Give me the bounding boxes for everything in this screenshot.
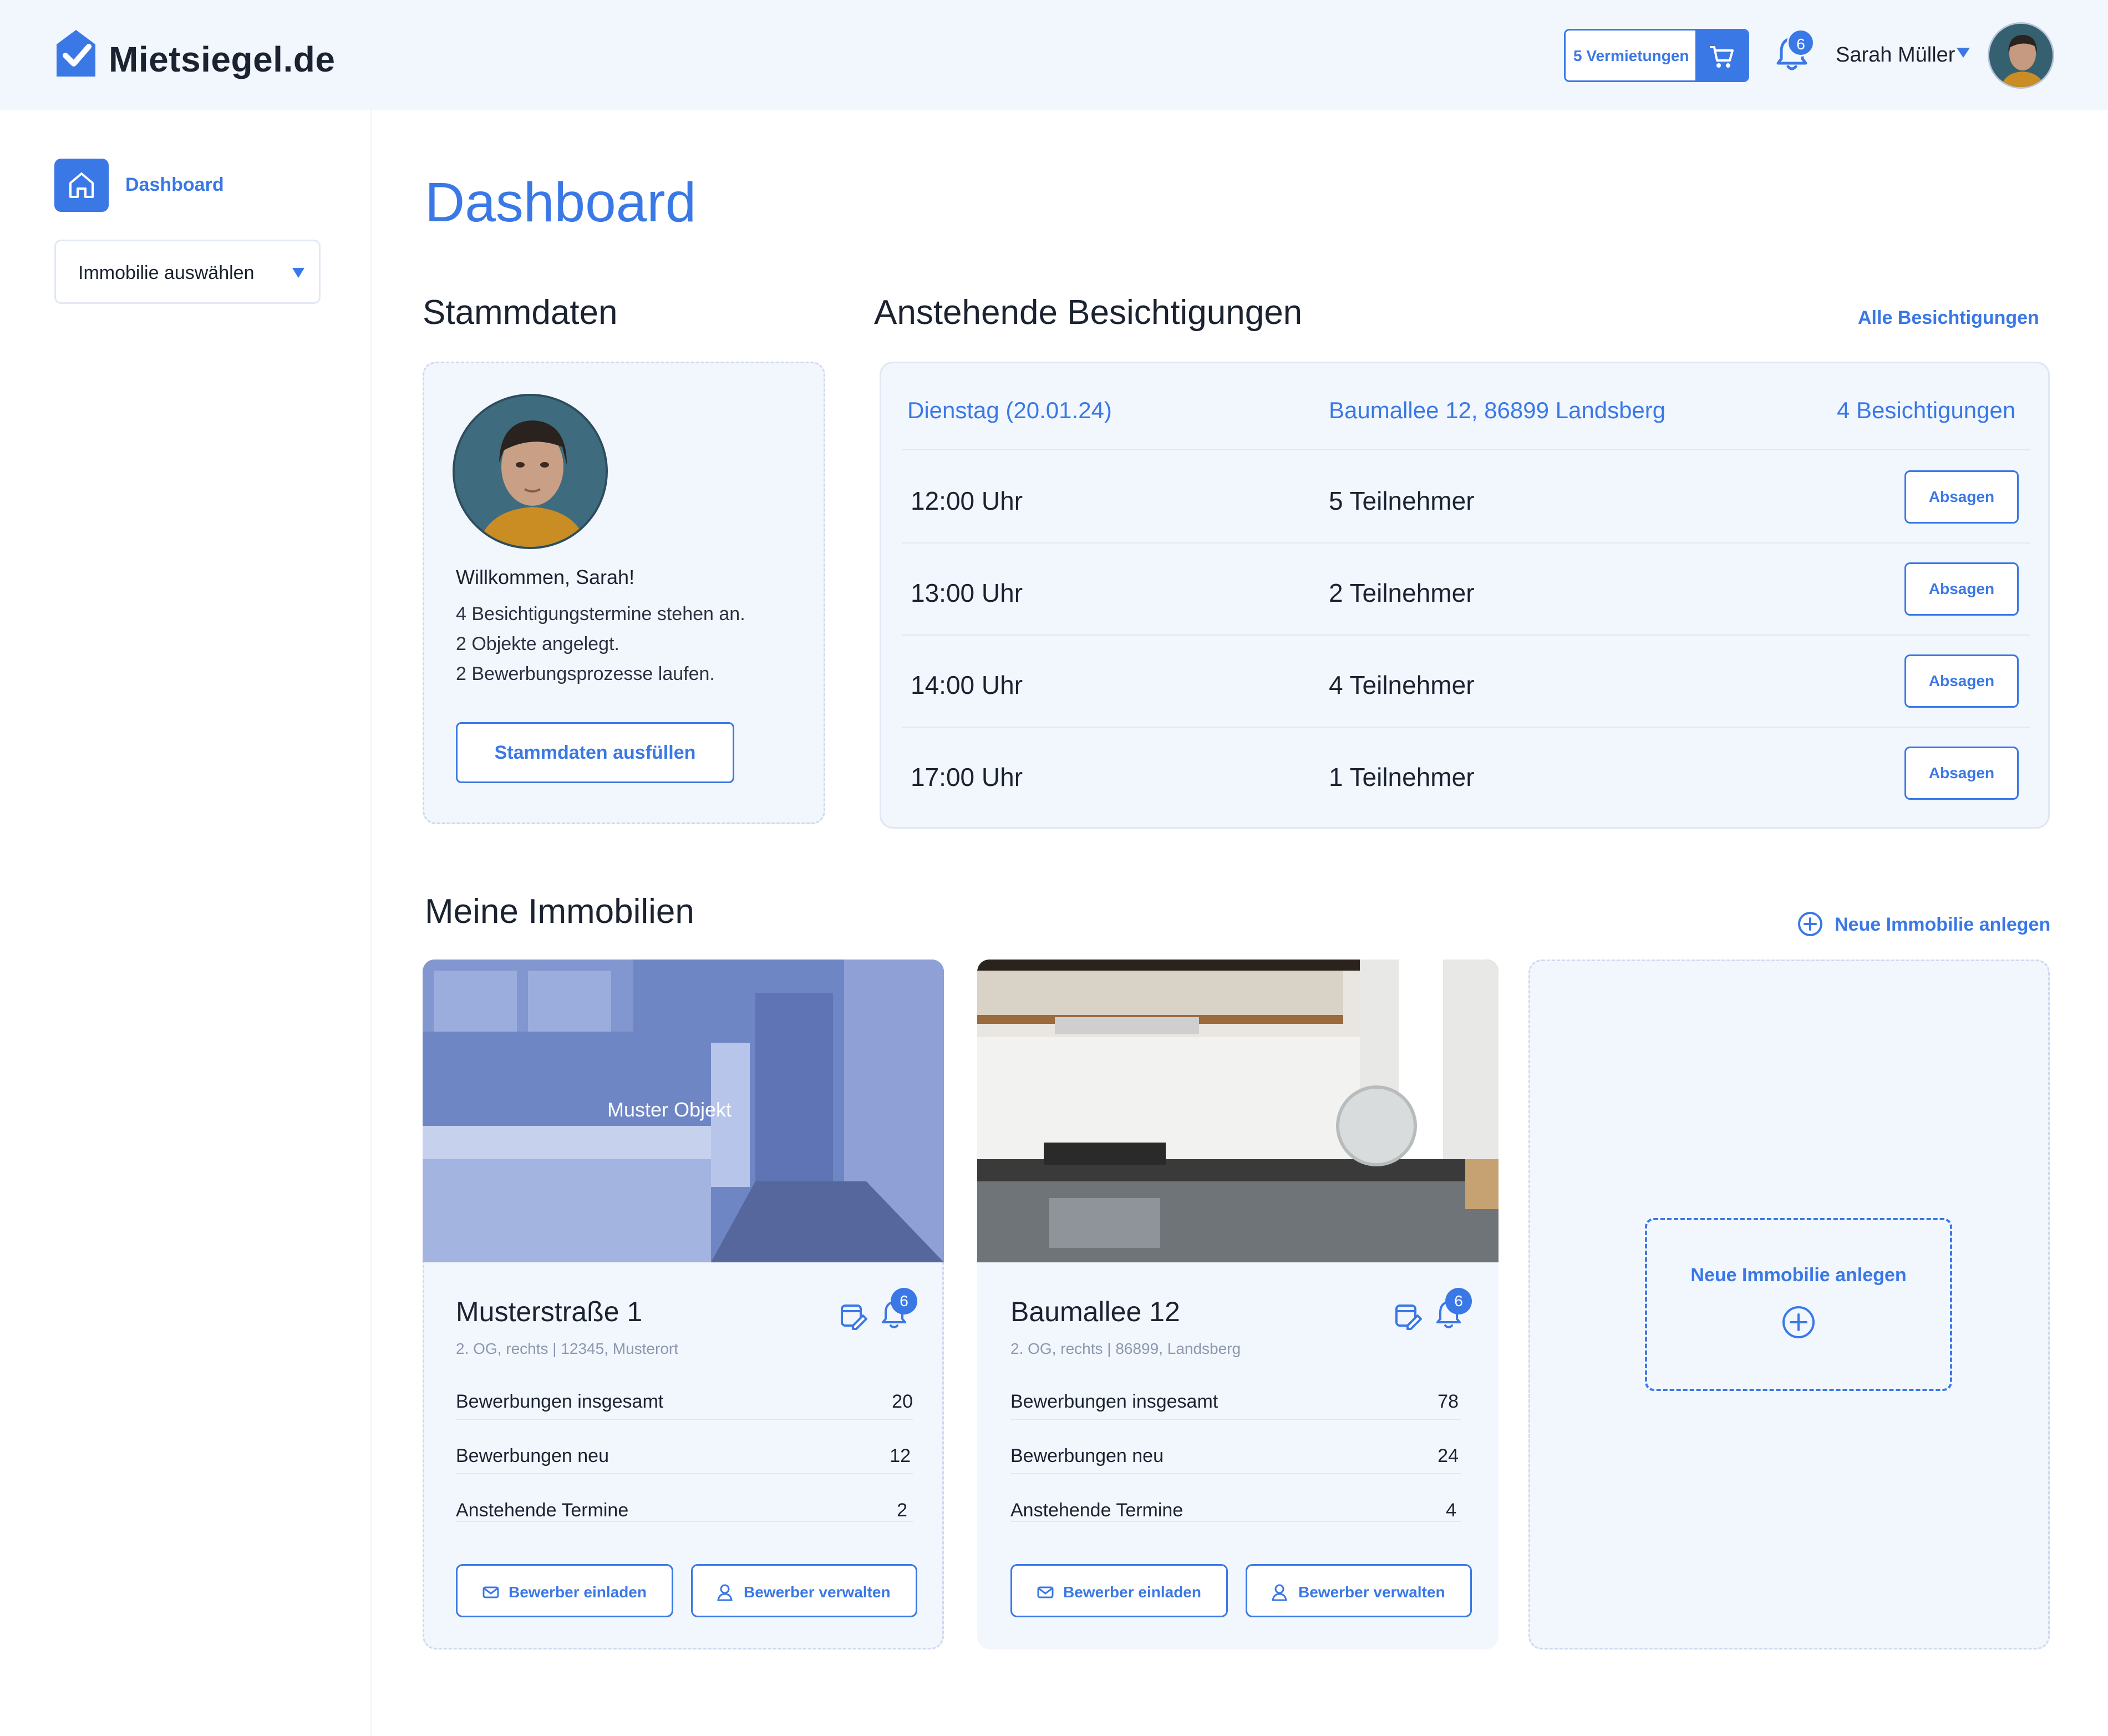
stat-value: 24 [1437, 1445, 1459, 1466]
user-icon [717, 1584, 733, 1601]
sidebar [0, 110, 372, 1736]
property-title[interactable]: Baumallee 12 [1010, 1296, 1180, 1328]
stat-label: Anstehende Termine [1010, 1500, 1183, 1521]
viewing-participants: 2 Teilnehmer [1329, 578, 1475, 607]
avatar-portrait [1989, 24, 2053, 87]
divider [1010, 1473, 1461, 1474]
cart-icon [1710, 46, 1734, 68]
cart-icon-container [1695, 31, 1748, 80]
all-viewings-link[interactable]: Alle Besichtigungen [1858, 307, 2039, 329]
plus-circle-icon[interactable] [1797, 911, 1823, 937]
viewing-participants: 5 Teilnehmer [1329, 486, 1475, 515]
viewing-address: Baumallee 12, 86899 Landsberg [1329, 397, 1666, 423]
user-icon [1272, 1584, 1287, 1601]
new-property-button[interactable]: Neue Immobilie anlegen [1645, 1218, 1952, 1391]
logo-icon[interactable] [54, 28, 98, 79]
property-image[interactable]: Muster Objekt [423, 960, 944, 1262]
viewing-participants: 1 Teilnehmer [1329, 763, 1475, 791]
logo-text[interactable]: Mietsiegel.de [109, 39, 335, 80]
divider [902, 634, 2030, 636]
mail-icon [482, 1586, 499, 1598]
stat-value: 78 [1437, 1391, 1459, 1412]
stat-label: Bewerbungen insgesamt [1010, 1391, 1218, 1412]
avatar[interactable] [1988, 22, 2054, 89]
cancel-viewing-button[interactable]: Absagen [1904, 562, 2019, 616]
invite-applicants-label: Bewerber einladen [509, 1583, 647, 1601]
viewing-participants: 4 Teilnehmer [1329, 671, 1475, 699]
divider [902, 727, 2030, 728]
stat-line: 4 Besichtigungstermine stehen an. [456, 603, 745, 625]
manage-applicants-button[interactable]: Bewerber verwalten [1246, 1564, 1472, 1617]
property-image-overlay: Muster Objekt [607, 1098, 732, 1121]
top-header: Mietsiegel.de 5 Vermietungen 6 Sarah Mül… [0, 0, 2108, 110]
profile-portrait [455, 396, 606, 547]
divider [902, 542, 2030, 544]
notification-badge: 6 [1787, 29, 1815, 57]
sidebar-item-dashboard-icon-tile[interactable] [54, 159, 109, 212]
property-image[interactable] [977, 960, 1499, 1262]
property-subtitle: 2. OG, rechts | 86899, Landsberg [1010, 1340, 1241, 1357]
stat-value: 20 [892, 1391, 913, 1412]
viewing-time: 14:00 Uhr [911, 671, 1023, 699]
stat-label: Bewerbungen insgesamt [456, 1391, 664, 1412]
divider [456, 1521, 913, 1522]
stat-label: Bewerbungen neu [1010, 1445, 1164, 1466]
user-name[interactable]: Sarah Müller [1836, 43, 1955, 67]
viewing-time: 13:00 Uhr [911, 578, 1023, 607]
stat-line: 2 Bewerbungsprozesse laufen. [456, 663, 715, 684]
stat-value: 4 [1446, 1500, 1456, 1521]
user-menu-chevron-down-icon[interactable] [1957, 48, 1970, 58]
stat-label: Anstehende Termine [456, 1500, 629, 1521]
welcome-text: Willkommen, Sarah! [456, 566, 635, 588]
viewing-time: 12:00 Uhr [911, 486, 1023, 515]
mail-icon [1037, 1586, 1054, 1598]
divider [1010, 1521, 1461, 1522]
property-notification-badge: 6 [1445, 1288, 1472, 1314]
divider [902, 449, 2030, 450]
plus-circle-icon [1782, 1306, 1815, 1338]
edit-note-icon[interactable] [839, 1301, 867, 1330]
cancel-viewing-button[interactable]: Absagen [1904, 747, 2019, 800]
divider [456, 1473, 913, 1474]
stat-line: 2 Objekte angelegt. [456, 633, 619, 654]
invite-applicants-button[interactable]: Bewerber einladen [1010, 1564, 1228, 1617]
page-title: Dashboard [425, 171, 697, 234]
new-property-link[interactable]: Neue Immobilie anlegen [1835, 914, 2050, 936]
divider [1010, 1419, 1461, 1420]
stammdaten-heading: Stammdaten [423, 293, 618, 332]
viewing-time: 17:00 Uhr [911, 763, 1023, 791]
viewing-day: Dienstag (20.01.24) [907, 397, 1112, 423]
cancel-viewing-button[interactable]: Absagen [1904, 470, 2019, 524]
stat-value: 12 [890, 1445, 911, 1466]
rentals-count-label: 5 Vermietungen [1573, 47, 1689, 64]
manage-applicants-label: Bewerber verwalten [744, 1583, 891, 1601]
edit-note-icon[interactable] [1393, 1301, 1422, 1330]
manage-applicants-button[interactable]: Bewerber verwalten [691, 1564, 917, 1617]
fill-stammdaten-button[interactable]: Stammdaten ausfüllen [456, 722, 734, 783]
manage-applicants-label: Bewerber verwalten [1298, 1583, 1445, 1601]
stat-label: Bewerbungen neu [456, 1445, 609, 1466]
rentals-cart-button[interactable]: 5 Vermietungen [1564, 29, 1749, 82]
property-title[interactable]: Musterstraße 1 [456, 1296, 642, 1328]
invite-applicants-button[interactable]: Bewerber einladen [456, 1564, 673, 1617]
divider [456, 1419, 913, 1420]
profile-avatar [453, 394, 608, 549]
stat-value: 2 [897, 1500, 907, 1521]
chevron-down-icon [292, 268, 304, 278]
home-icon [69, 172, 94, 198]
immobilien-heading: Meine Immobilien [425, 892, 694, 931]
property-select[interactable]: Immobilie auswählen [54, 240, 321, 304]
sidebar-item-dashboard[interactable]: Dashboard [125, 174, 224, 196]
new-property-label: Neue Immobilie anlegen [1690, 1265, 1907, 1286]
property-photo [977, 960, 1499, 1262]
property-select-label: Immobilie auswählen [78, 262, 255, 283]
property-subtitle: 2. OG, rechts | 12345, Musterort [456, 1340, 678, 1357]
cancel-viewing-button[interactable]: Absagen [1904, 654, 2019, 708]
invite-applicants-label: Bewerber einladen [1063, 1583, 1201, 1601]
viewing-count: 4 Besichtigungen [1837, 397, 2016, 423]
property-notification-badge: 6 [891, 1288, 917, 1314]
besichtigungen-heading: Anstehende Besichtigungen [874, 293, 1303, 332]
